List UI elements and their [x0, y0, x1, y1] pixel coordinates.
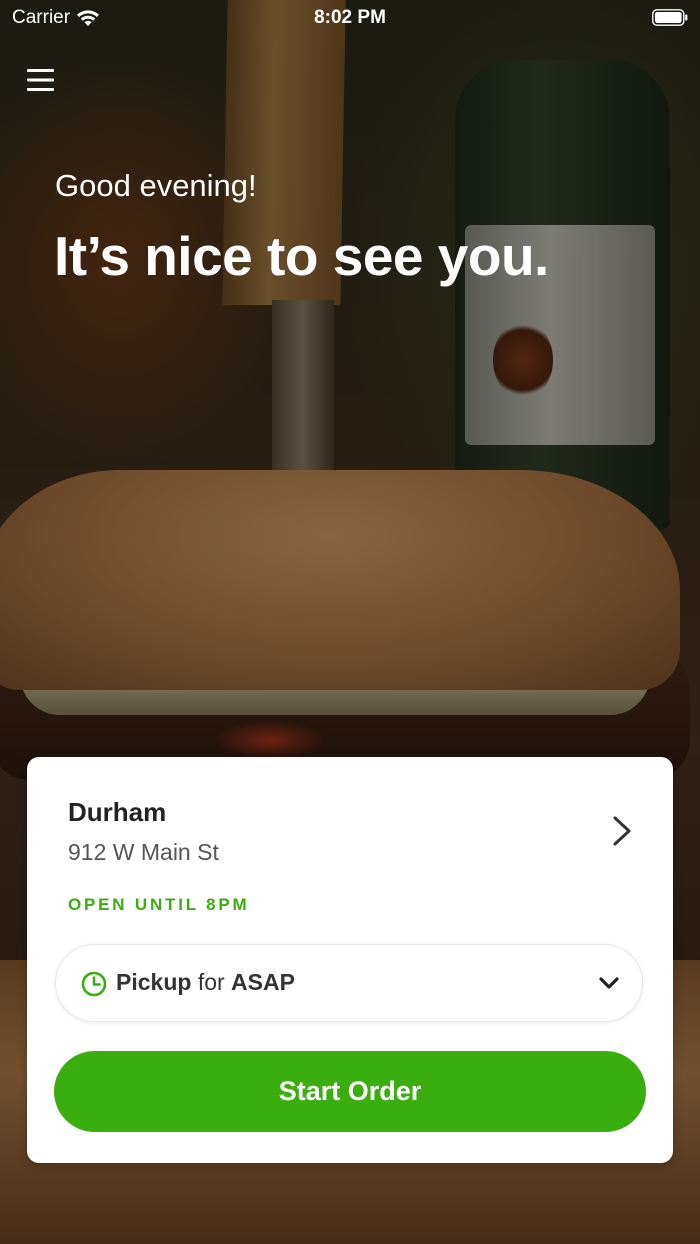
- start-order-button[interactable]: Start Order: [54, 1051, 646, 1132]
- chevron-right-icon: [613, 816, 631, 846]
- location-name: Durham: [68, 797, 167, 827]
- order-connector: for: [197, 969, 225, 995]
- home-screen: Carrier 8:02 PM Good evening! It’s nice …: [0, 0, 700, 1244]
- greeting-text: Good evening!: [55, 168, 257, 203]
- clock-time: 8:02 PM: [314, 7, 386, 28]
- location-selector[interactable]: Durham 912 W Main St: [27, 757, 673, 877]
- order-method: Pickup: [116, 969, 192, 995]
- status-bar: Carrier 8:02 PM: [0, 0, 700, 36]
- battery-icon: [652, 9, 688, 26]
- open-status-label: OPEN UNTIL 8PM: [68, 895, 250, 914]
- headline-text: It’s nice to see you.: [54, 225, 549, 287]
- chevron-down-icon: [599, 977, 619, 989]
- location-card: Durham 912 W Main St OPEN UNTIL 8PM Pick…: [27, 757, 673, 1163]
- order-type-summary: Pickup for ASAP: [116, 969, 295, 996]
- hamburger-menu-icon[interactable]: [26, 66, 56, 94]
- order-time: ASAP: [231, 969, 295, 995]
- location-address: 912 W Main St: [68, 839, 219, 865]
- clock-icon: [81, 971, 107, 997]
- order-type-dropdown[interactable]: Pickup for ASAP: [55, 944, 643, 1022]
